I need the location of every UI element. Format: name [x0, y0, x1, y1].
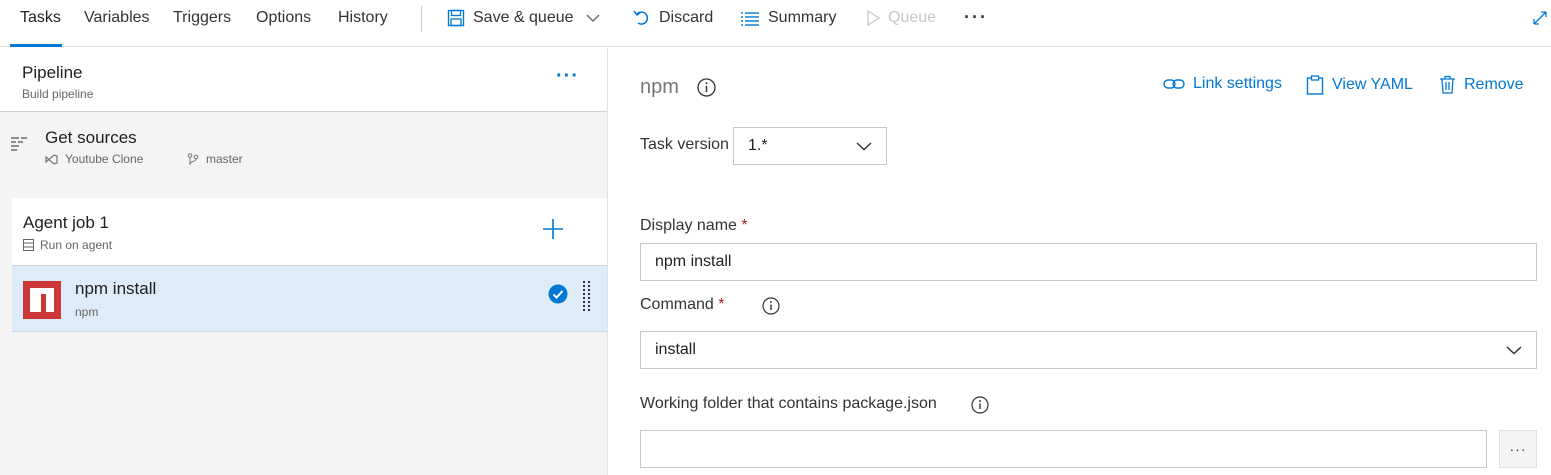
task-title: npm install	[75, 279, 157, 298]
link-settings-label: Link settings	[1193, 75, 1282, 92]
list-icon	[741, 12, 759, 26]
get-sources-repo: Youtube Clone	[45, 152, 143, 166]
chevron-down-icon	[1506, 346, 1522, 355]
save-and-queue-label: Save & queue	[473, 9, 574, 26]
tab-variables[interactable]: Variables	[84, 9, 150, 27]
link-icon	[1163, 79, 1185, 89]
repo-name: Youtube Clone	[65, 152, 144, 166]
display-name-field[interactable]: npm install	[640, 243, 1537, 281]
remove-button[interactable]: Remove	[1439, 75, 1524, 94]
info-icon[interactable]	[971, 396, 989, 414]
summary-button[interactable]: Summary	[740, 9, 836, 27]
branch-icon	[187, 152, 199, 165]
command-label-text: Command	[640, 296, 714, 313]
toolbar-divider	[421, 6, 422, 32]
agent-job-subtitle-text: Run on agent	[40, 238, 113, 252]
get-sources-icon	[11, 137, 27, 151]
chevron-down-icon	[586, 14, 600, 22]
display-name-value: npm install	[655, 253, 732, 270]
task-version-select[interactable]: 1.*	[733, 127, 887, 165]
task-version-label: Task version	[640, 136, 729, 153]
working-folder-label: Working folder that contains package.jso…	[640, 395, 937, 412]
queue-label: Queue	[888, 9, 937, 26]
visual-studio-icon	[45, 153, 58, 165]
tab-history[interactable]: History	[338, 9, 388, 27]
view-yaml-button[interactable]: View YAML	[1306, 75, 1413, 95]
command-select[interactable]: install	[640, 331, 1537, 369]
get-sources-title[interactable]: Get sources	[45, 128, 137, 148]
remove-label: Remove	[1464, 75, 1524, 93]
info-icon[interactable]	[697, 78, 716, 97]
agent-job[interactable]: Agent job 1 Run on agent	[12, 198, 607, 266]
tab-tasks[interactable]: Tasks	[20, 9, 61, 27]
link-settings-button[interactable]: Link settings	[1163, 75, 1282, 93]
queue-button[interactable]: Queue	[866, 9, 936, 27]
npm-logo-icon	[23, 281, 61, 319]
command-label: Command *	[640, 296, 725, 314]
more-actions-button[interactable]: ···	[964, 7, 988, 28]
trash-icon	[1440, 75, 1455, 94]
info-icon[interactable]	[762, 297, 780, 315]
view-yaml-label: View YAML	[1332, 76, 1413, 93]
pipeline-subtitle: Build pipeline	[22, 87, 94, 101]
chevron-down-icon	[856, 142, 872, 151]
agent-job-subtitle: Run on agent	[23, 238, 112, 252]
tab-triggers[interactable]: Triggers	[173, 9, 231, 27]
branch-name: master	[206, 152, 243, 166]
discard-label: Discard	[659, 9, 714, 26]
browse-folder-button[interactable]: ···	[1499, 430, 1537, 468]
task-detail-title: npm	[640, 76, 679, 98]
command-value: install	[655, 341, 696, 358]
pipeline-more-button[interactable]: ···	[556, 65, 579, 88]
server-icon	[23, 239, 34, 251]
pipeline-header[interactable]: Pipeline Build pipeline ···	[0, 48, 607, 112]
drag-handle-icon[interactable]	[582, 280, 592, 314]
task-row-npm-install[interactable]: npm install npm	[12, 266, 607, 332]
save-icon	[447, 9, 465, 27]
display-name-label-text: Display name	[640, 217, 737, 234]
get-sources-branch: master	[187, 152, 243, 166]
top-toolbar: Tasks Variables Triggers Options History…	[0, 0, 1551, 47]
pipeline-title: Pipeline	[22, 63, 83, 82]
display-name-label: Display name *	[640, 217, 748, 235]
required-marker: *	[741, 217, 748, 234]
required-marker: *	[718, 296, 725, 313]
undo-icon	[633, 10, 649, 25]
clipboard-icon	[1306, 75, 1324, 95]
tab-options[interactable]: Options	[256, 9, 311, 27]
add-task-icon[interactable]	[542, 218, 564, 240]
summary-label: Summary	[768, 9, 837, 26]
expand-icon[interactable]	[1533, 11, 1547, 25]
active-tab-indicator	[10, 44, 62, 47]
play-icon	[867, 10, 880, 26]
working-folder-field[interactable]	[640, 430, 1487, 468]
discard-button[interactable]: Discard	[633, 9, 713, 27]
save-and-queue-button[interactable]: Save & queue	[447, 9, 600, 27]
agent-job-title: Agent job 1	[23, 213, 110, 232]
pipeline-tree-panel: Pipeline Build pipeline ··· Get sources …	[0, 48, 608, 475]
enabled-check-icon	[548, 284, 568, 304]
task-subtitle: npm	[75, 305, 99, 319]
task-version-value: 1.*	[748, 137, 768, 154]
